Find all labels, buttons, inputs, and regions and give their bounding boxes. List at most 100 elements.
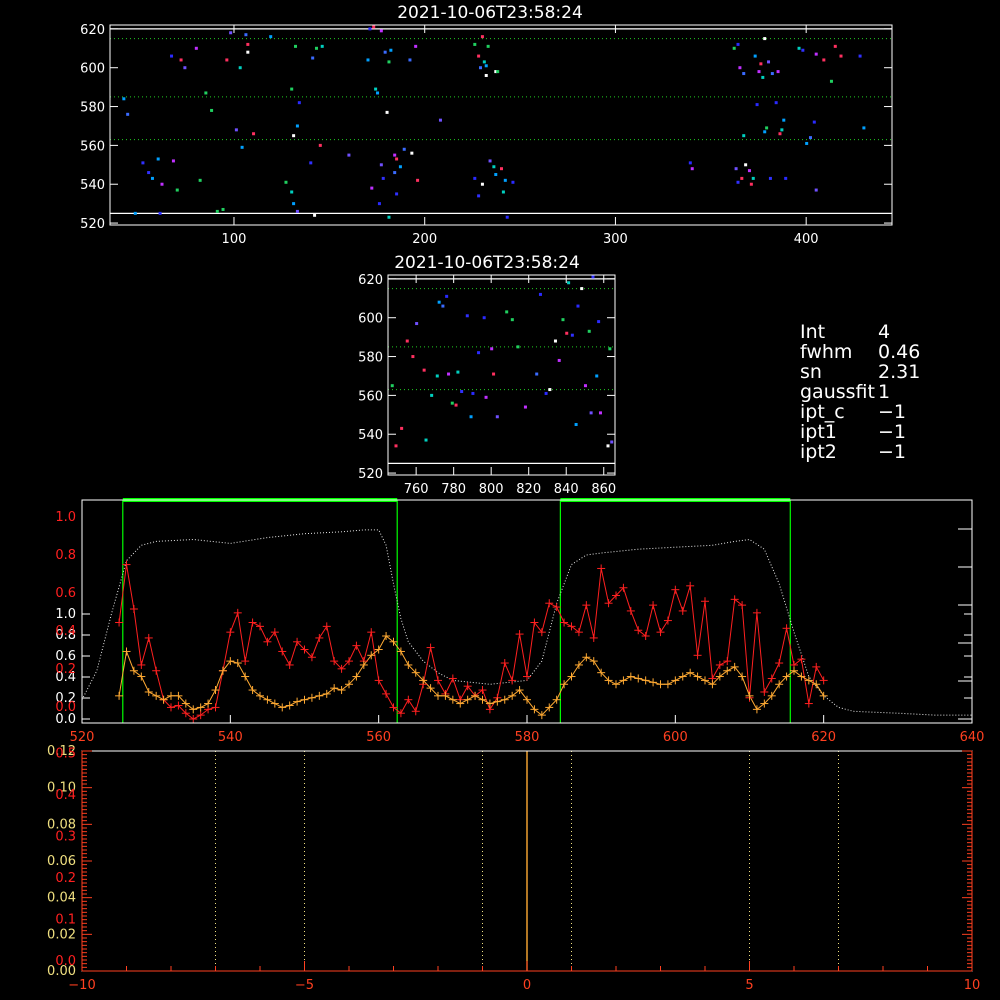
red-point	[241, 657, 250, 666]
zoom-title: 2021-10-06T23:58:24	[394, 253, 580, 273]
orange-point	[500, 695, 509, 704]
overview-point	[290, 190, 294, 194]
red-point	[315, 633, 324, 642]
overview-title: 2021-10-06T23:58:24	[397, 3, 583, 23]
overview-point	[477, 194, 481, 198]
red-point	[278, 647, 287, 656]
overview-point	[763, 130, 767, 134]
red-point	[626, 606, 635, 615]
overview-point	[833, 44, 837, 48]
overview-point	[503, 178, 507, 182]
zoom-point	[495, 415, 499, 419]
red-point	[500, 659, 509, 668]
overview-point	[395, 192, 399, 196]
overview-point	[829, 79, 833, 83]
zoom-point	[557, 358, 561, 362]
red-point	[812, 662, 821, 671]
orange-point	[226, 657, 235, 666]
offset-ytick-label-red: 0.3	[55, 829, 76, 844]
zoom-point	[469, 415, 473, 419]
zoom-point	[477, 351, 481, 355]
overview-point	[246, 42, 250, 46]
overview-point	[133, 211, 137, 215]
red-point	[248, 618, 257, 627]
overview-ytick-label: 560	[80, 139, 105, 154]
profile-panel: 520 540 560 580 600 620 6400.00.20.40.60.81.00…	[55, 498, 984, 745]
info-value: −1	[878, 401, 907, 423]
profile-ytick-label-red: 0.8	[55, 548, 76, 563]
overview-point	[292, 202, 296, 206]
red-point	[545, 599, 554, 608]
red-point	[730, 595, 739, 604]
orange-point	[189, 705, 198, 714]
orange-point	[678, 672, 687, 681]
zoom-point	[570, 333, 574, 337]
overview-point	[229, 31, 233, 35]
overview-ytick-label: 620	[80, 23, 105, 38]
overview-point	[480, 182, 484, 186]
overview-ytick-label: 600	[80, 62, 105, 77]
overview-point	[381, 176, 385, 180]
red-point	[656, 628, 665, 637]
zoom-point	[471, 391, 475, 395]
zoom-point	[411, 355, 415, 359]
overview-point	[175, 188, 179, 192]
zoom-frame	[387, 274, 616, 476]
red-point	[523, 672, 531, 681]
overview-point	[269, 35, 273, 39]
zoom-point	[424, 438, 428, 442]
offset-ytick-label-red: 0.2	[55, 871, 76, 886]
overview-point	[122, 97, 126, 101]
zoom-ytick-label: 540	[358, 428, 383, 443]
overview-point	[240, 145, 244, 149]
orange-point	[315, 691, 324, 700]
overview-point	[408, 58, 412, 62]
overview-point	[379, 163, 383, 167]
orange-point	[493, 697, 502, 706]
overview-point	[179, 58, 183, 62]
zoom-point	[583, 384, 587, 388]
orange-point	[701, 676, 709, 685]
zoom-ytick-label: 620	[358, 273, 383, 288]
zoom-point	[523, 405, 527, 409]
profile-xtick-label: 540	[218, 730, 243, 745]
red-point	[448, 674, 457, 683]
overview-point	[147, 171, 151, 175]
overview-point	[747, 169, 751, 173]
red-point	[129, 604, 138, 613]
zoom-xtick-label: 780	[441, 482, 466, 497]
red-point	[374, 676, 383, 685]
info-value: 1	[878, 381, 891, 403]
zoom-point	[405, 339, 409, 343]
zoom-point	[390, 384, 394, 388]
overview-point	[755, 103, 759, 107]
orange-point	[167, 691, 175, 700]
info-row: Int 4	[800, 322, 920, 342]
orange-point	[752, 705, 761, 714]
zoom-point	[415, 322, 419, 326]
orange-point	[285, 701, 294, 710]
overview-point	[736, 42, 740, 46]
zoom-point	[505, 310, 509, 314]
overview-point	[183, 66, 187, 70]
overview-point	[311, 56, 315, 60]
overview-point	[295, 209, 299, 213]
zoom-ytick-label: 560	[358, 389, 383, 404]
zoom-xtick-label: 820	[516, 482, 541, 497]
overview-point	[398, 165, 402, 169]
zoom-point	[456, 370, 460, 374]
zoom-point	[482, 316, 486, 320]
overview-point	[379, 29, 383, 33]
red-point	[560, 618, 569, 627]
overview-point	[376, 91, 380, 95]
orange-point	[745, 691, 754, 700]
red-point	[226, 628, 235, 637]
overview-point	[377, 202, 381, 206]
overview-point	[484, 73, 488, 77]
fit-info-panel: Int 4 fwhm 0.46 sn 2.31 gaussfit 1 ipt_c −1 ipt1 −1…	[800, 322, 920, 462]
info-key: ipt2	[800, 441, 837, 463]
orange-point	[612, 680, 620, 689]
overview-point	[204, 91, 208, 95]
overview-point	[742, 134, 746, 138]
overview-point	[784, 176, 788, 180]
